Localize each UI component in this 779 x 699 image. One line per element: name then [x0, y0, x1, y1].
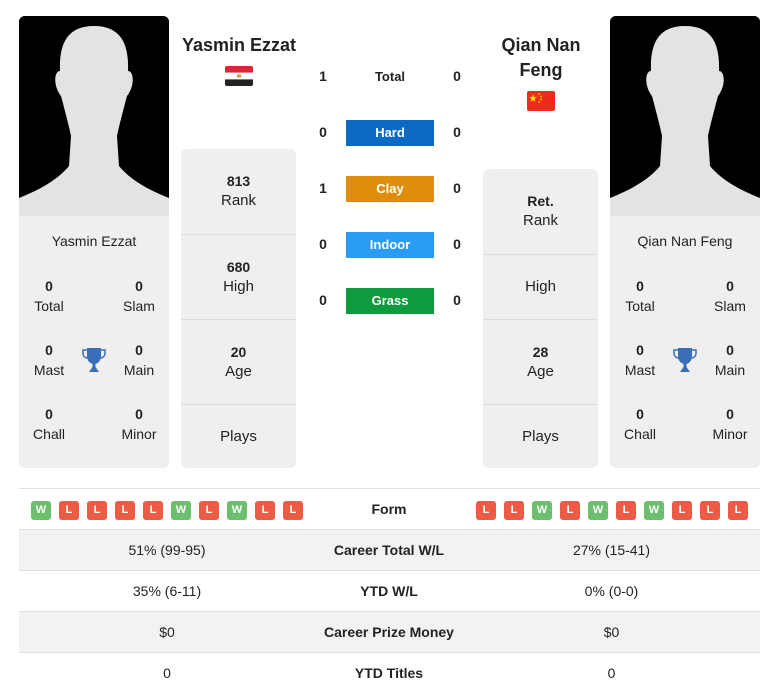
player1-name[interactable]: Yasmin Ezzat [19, 233, 169, 249]
china-flag-icon [527, 91, 555, 111]
player2-rank: Ret. Rank [522, 193, 559, 229]
form-loss-badge[interactable]: L [672, 501, 692, 520]
player1-total-titles: 0 Total [34, 278, 64, 314]
form-loss-badge[interactable]: L [59, 501, 79, 520]
h2h-total-label: Total [374, 69, 406, 84]
player2-mast-titles: 0 Mast [624, 342, 656, 378]
form-loss-badge[interactable]: L [255, 501, 275, 520]
form-row: WLLLLWLWLL Form LLWLWLWLLL [19, 488, 760, 529]
form-label: Form [371, 501, 407, 517]
player1-minor-titles: 0 Minor [121, 406, 157, 442]
trophy-icon [673, 348, 697, 372]
player2-main-titles: 0 Main [714, 342, 746, 378]
form-loss-badge[interactable]: L [700, 501, 720, 520]
h2h-indoor-row: 0 Indoor 0 [305, 232, 475, 258]
player2-photo [610, 16, 760, 216]
h2h-total-row: 1 Total 0 [305, 64, 475, 90]
player2-name[interactable]: Qian Nan Feng [610, 233, 760, 249]
h2h-clay-row: 1 Clay 0 [305, 176, 475, 202]
trophy-icon [82, 348, 106, 372]
player2-total-titles: 0 Total [625, 278, 655, 314]
comparison-table: WLLLLWLWLL Form LLWLWLWLLL 51% (99-95) C… [19, 488, 760, 693]
surface-grass-button[interactable]: Grass [346, 288, 434, 314]
player1-chall-titles: 0 Chall [33, 406, 65, 442]
player2-chall-titles: 0 Chall [624, 406, 656, 442]
form-win-badge[interactable]: W [31, 501, 51, 520]
player2-stats-panel: Ret. Rank High 28 Age Plays [483, 169, 598, 468]
form-win-badge[interactable]: W [644, 501, 664, 520]
player2-heading[interactable]: Qian Nan Feng [472, 33, 610, 83]
player2-plays: Plays [483, 404, 598, 468]
player1-mast-titles: 0 Mast [33, 342, 65, 378]
player1-rank: 813 Rank [220, 173, 257, 209]
form-loss-badge[interactable]: L [199, 501, 219, 520]
h2h-grass-row: 0 Grass 0 [305, 288, 475, 314]
player2-form: LLWLWLWLLL [476, 501, 748, 520]
form-win-badge[interactable]: W [227, 501, 247, 520]
form-loss-badge[interactable]: L [504, 501, 524, 520]
silhouette-icon [19, 16, 169, 216]
silhouette-icon [610, 16, 760, 216]
surface-clay-button[interactable]: Clay [346, 176, 434, 202]
form-loss-badge[interactable]: L [115, 501, 135, 520]
player1-main-titles: 0 Main [123, 342, 155, 378]
form-loss-badge[interactable]: L [728, 501, 748, 520]
table-row: 51% (99-95) Career Total W/L 27% (15-41) [19, 529, 760, 570]
player2-card: Qian Nan Feng 0 Total 0 Slam 0 Mast 0 Ma… [610, 216, 760, 468]
form-win-badge[interactable]: W [532, 501, 552, 520]
form-win-badge[interactable]: W [588, 501, 608, 520]
player2-minor-titles: 0 Minor [712, 406, 748, 442]
form-loss-badge[interactable]: L [616, 501, 636, 520]
table-row: 0 YTD Titles 0 [19, 652, 760, 693]
player2-high: High [483, 254, 598, 319]
player1-slam-titles: 0 Slam [123, 278, 155, 314]
form-loss-badge[interactable]: L [560, 501, 580, 520]
surface-hard-button[interactable]: Hard [346, 120, 434, 146]
player1-heading[interactable]: Yasmin Ezzat [170, 33, 308, 58]
form-loss-badge[interactable]: L [283, 501, 303, 520]
form-loss-badge[interactable]: L [87, 501, 107, 520]
player2-slam-titles: 0 Slam [714, 278, 746, 314]
player1-plays: Plays [181, 404, 296, 468]
h2h-hard-row: 0 Hard 0 [305, 120, 475, 146]
player1-age: 20 Age [181, 319, 296, 404]
player1-form: WLLLLWLWLL [31, 501, 303, 520]
surface-indoor-button[interactable]: Indoor [346, 232, 434, 258]
player1-high: 680 High [181, 234, 296, 319]
egypt-flag-icon [225, 66, 253, 86]
player1-stats-panel: 813 Rank 680 High 20 Age Plays [181, 149, 296, 468]
player1-card: Yasmin Ezzat 0 Total 0 Slam 0 Mast 0 Mai… [19, 216, 169, 468]
table-row: $0 Career Prize Money $0 [19, 611, 760, 652]
form-loss-badge[interactable]: L [143, 501, 163, 520]
form-win-badge[interactable]: W [171, 501, 191, 520]
player1-photo [19, 16, 169, 216]
form-loss-badge[interactable]: L [476, 501, 496, 520]
player2-age: 28 Age [483, 319, 598, 404]
table-row: 35% (6-11) YTD W/L 0% (0-0) [19, 570, 760, 611]
